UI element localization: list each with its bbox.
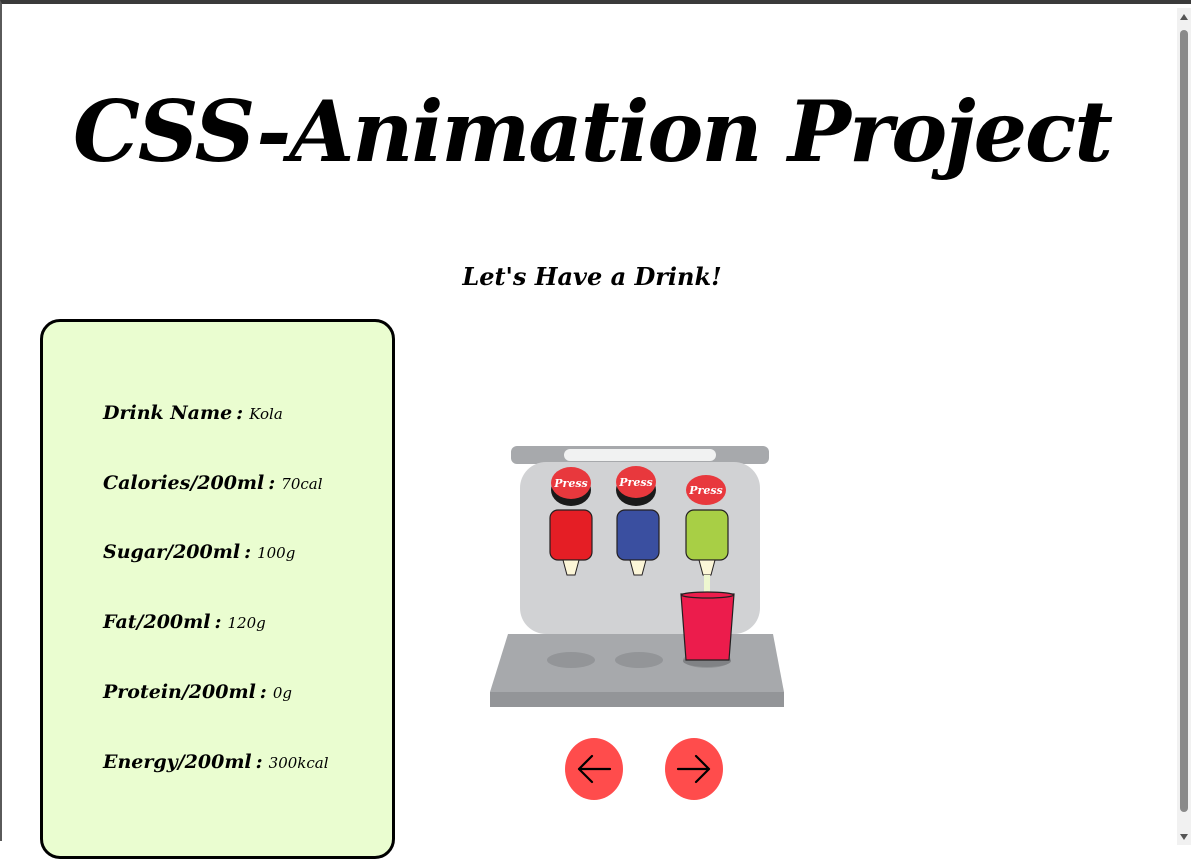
info-separator: : — [236, 402, 244, 424]
dispenser-1: Press — [549, 467, 593, 576]
info-row-calories: Calories/200ml:70cal — [103, 472, 323, 494]
info-separator: : — [255, 751, 263, 773]
drip-tray-1 — [547, 652, 595, 668]
press-label-1: Press — [553, 477, 587, 490]
drink-tank-1 — [549, 509, 593, 561]
info-label: Energy/200ml — [103, 751, 252, 773]
info-separator: : — [214, 611, 222, 633]
previous-drink-button[interactable] — [565, 738, 623, 800]
info-label: Protein/200ml — [103, 681, 256, 703]
info-value: 100g — [257, 544, 296, 562]
press-label-2: Press — [618, 476, 652, 489]
press-label-3: Press — [688, 484, 722, 497]
info-value: 0g — [272, 684, 292, 702]
info-label: Sugar/200ml — [103, 541, 241, 563]
drink-tank-3 — [685, 509, 729, 561]
page-title: CSS-Animation Project — [72, 82, 1113, 181]
scroll-up-icon[interactable] — [1180, 14, 1188, 20]
info-row-sugar: Sugar/200ml:100g — [103, 541, 295, 563]
info-row-protein: Protein/200ml:0g — [103, 681, 292, 703]
browser-viewport: CSS-Animation Project Let's Have a Drink… — [0, 0, 1191, 859]
drink-tank-2 — [616, 509, 660, 561]
vertical-scrollbar[interactable] — [1177, 8, 1191, 845]
scrollbar-thumb[interactable] — [1180, 30, 1188, 812]
drink-info-card: Drink Name: Kola Calories/200ml:70cal Sug… — [40, 319, 395, 859]
info-row-drink-name: Drink Name: Kola — [103, 402, 283, 424]
info-value: 70cal — [281, 475, 323, 493]
page-subtitle: Let's Have a Drink! — [462, 262, 722, 291]
info-label: Fat/200ml — [103, 611, 211, 633]
scroll-down-icon[interactable] — [1180, 834, 1188, 840]
info-value: 120g — [227, 614, 266, 632]
drink-dispenser-machine: Press Press Press — [490, 446, 784, 707]
arrow-right-icon — [676, 754, 711, 784]
dispenser-2: Press — [616, 466, 660, 576]
info-label: Drink Name — [103, 402, 233, 424]
drink-cup — [680, 591, 735, 667]
info-value: 300kcal — [268, 754, 329, 772]
info-separator: : — [268, 472, 276, 494]
info-row-energy: Energy/200ml:300kcal — [103, 751, 329, 773]
machine-top-light — [564, 449, 716, 461]
info-separator: : — [259, 681, 267, 703]
info-row-fat: Fat/200ml:120g — [103, 611, 266, 633]
arrow-left-icon — [577, 754, 612, 784]
info-separator: : — [244, 541, 252, 563]
info-value: Kola — [249, 405, 283, 423]
next-drink-button[interactable] — [665, 738, 723, 800]
machine-base-front — [490, 692, 784, 707]
drip-tray-2 — [615, 652, 663, 668]
info-label: Calories/200ml — [103, 472, 265, 494]
